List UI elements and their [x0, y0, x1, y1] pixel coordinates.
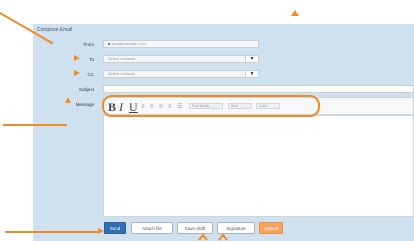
cancel-button[interactable]: Cancel: [259, 222, 283, 234]
cc-value: Select contacts: [108, 71, 136, 76]
from-field[interactable]: ■ you@example.com: [103, 40, 259, 48]
annotation-chevrons: [198, 233, 228, 241]
annotation-arrow-message: [65, 97, 71, 103]
message-editor[interactable]: [103, 115, 414, 217]
from-value: you@example.com: [111, 41, 146, 46]
attach-file-button[interactable]: Attach file: [131, 222, 173, 234]
to-value: Select contacts: [108, 56, 136, 61]
annotation-arrow-to: [74, 55, 80, 61]
annotation-line-buttons: [5, 231, 100, 233]
annotation-arrow-cc: [74, 70, 80, 76]
to-dropdown-icon[interactable]: ▼: [245, 56, 258, 62]
subject-label: Subject: [78, 87, 94, 92]
message-label: Message: [75, 102, 94, 107]
annotation-arrow-send: [98, 228, 104, 234]
annotation-arrow-top: [291, 10, 299, 16]
annotation-toolbar-highlight: [102, 95, 320, 117]
cc-label: CC: [87, 72, 95, 77]
to-label: To: [89, 57, 94, 62]
cc-dropdown-icon[interactable]: ▼: [245, 71, 258, 77]
annotation-line-toolbar: [3, 124, 67, 126]
subject-input[interactable]: [103, 85, 414, 93]
send-button[interactable]: Send: [104, 222, 126, 234]
from-label: From: [83, 42, 95, 47]
cc-select[interactable]: Select contacts ▼: [103, 70, 259, 78]
to-select[interactable]: Select contacts ▼: [103, 55, 259, 63]
panel-title: Compose Email: [37, 27, 73, 33]
